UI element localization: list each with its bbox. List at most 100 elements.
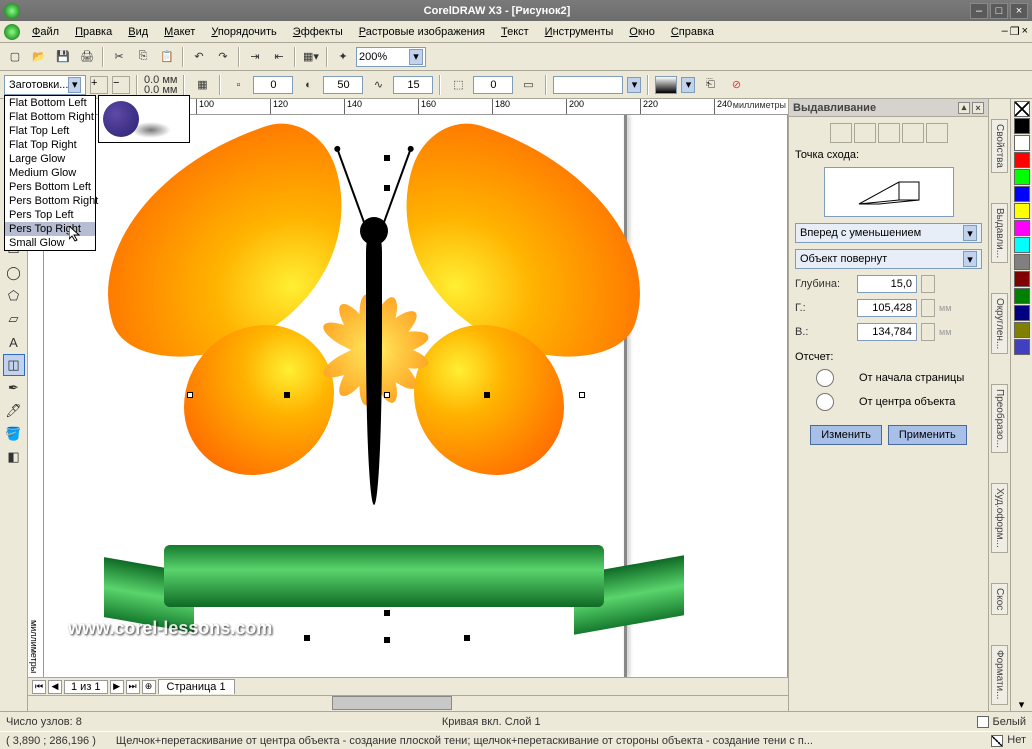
color-swatch[interactable]: [1014, 339, 1030, 355]
menu-текст[interactable]: Текст: [493, 23, 537, 41]
edit-button[interactable]: Изменить: [810, 425, 882, 445]
undo-button[interactable]: ↶: [188, 46, 210, 68]
apply-button[interactable]: Применить: [888, 425, 967, 445]
preset-item[interactable]: Pers Bottom Left: [5, 180, 95, 194]
transparency-dd[interactable]: ▾: [681, 77, 695, 93]
page-tab[interactable]: Страница 1: [158, 679, 235, 694]
preset-item[interactable]: Flat Top Right: [5, 138, 95, 152]
doc-minimize[interactable]: –: [1002, 25, 1008, 38]
menu-инструменты[interactable]: Инструменты: [537, 23, 622, 41]
selection-handle[interactable]: [187, 392, 193, 398]
interactive-fill-tool[interactable]: ◧: [3, 446, 25, 468]
docker-tab[interactable]: Округлен...: [991, 293, 1008, 354]
drawing-viewport[interactable]: www.corel-lessons.com: [44, 115, 788, 677]
zoom-select[interactable]: 200% ▾: [356, 47, 426, 67]
measure-page-radio[interactable]: [795, 369, 855, 387]
color-swatch[interactable]: [1014, 305, 1030, 321]
color-swatch[interactable]: [1014, 322, 1030, 338]
menu-макет[interactable]: Макет: [156, 23, 203, 41]
color-swatch[interactable]: [1014, 152, 1030, 168]
menu-справка[interactable]: Справка: [663, 23, 722, 41]
color-swatch[interactable]: [1014, 271, 1030, 287]
import-button[interactable]: ⇥: [244, 46, 266, 68]
menu-вид[interactable]: Вид: [120, 23, 156, 41]
eyedropper-tool[interactable]: ✒: [3, 377, 25, 399]
transparency-op[interactable]: [655, 76, 677, 94]
selection-handle[interactable]: [304, 635, 310, 641]
color-swatch[interactable]: [1014, 118, 1030, 134]
depth-input[interactable]: [857, 275, 917, 293]
menu-эффекты[interactable]: Эффекты: [285, 23, 351, 41]
extrude-type-5[interactable]: [926, 123, 948, 143]
page-next[interactable]: ▶: [110, 680, 124, 694]
preset-item[interactable]: Large Glow: [5, 152, 95, 166]
outline-tool[interactable]: 🖊: [3, 400, 25, 422]
preset-item[interactable]: Pers Bottom Right: [5, 194, 95, 208]
shadow-color[interactable]: [553, 76, 623, 94]
selection-handle[interactable]: [384, 637, 390, 643]
preset-item[interactable]: Pers Top Right: [5, 222, 95, 236]
new-button[interactable]: ▢: [4, 46, 26, 68]
preset-remove[interactable]: −: [112, 76, 130, 94]
docker-tab[interactable]: Свойства: [991, 119, 1008, 173]
interactive-tool[interactable]: ◫: [3, 354, 25, 376]
preset-add[interactable]: +: [90, 76, 108, 94]
docker-tab[interactable]: Выдавли...: [991, 203, 1008, 263]
save-button[interactable]: 💾: [52, 46, 74, 68]
preset-item[interactable]: Pers Top Left: [5, 208, 95, 222]
color-swatch[interactable]: [1014, 288, 1030, 304]
extrude-type-1[interactable]: [830, 123, 852, 143]
zoom-dropdown-icon[interactable]: ▾: [409, 49, 423, 65]
page-last[interactable]: ⏭: [126, 680, 140, 694]
shadow-type1[interactable]: ▫: [227, 74, 249, 96]
selection-handle[interactable]: [384, 155, 390, 161]
menu-файл[interactable]: Файл: [24, 23, 67, 41]
vp-lock-combo[interactable]: Объект повернут▾: [795, 249, 982, 269]
selection-handle[interactable]: [464, 635, 470, 641]
feather-input[interactable]: [323, 76, 363, 94]
edge-icon[interactable]: ▭: [517, 74, 539, 96]
page-prev[interactable]: ◀: [48, 680, 62, 694]
fill-tool[interactable]: 🪣: [3, 423, 25, 445]
menu-упорядочить[interactable]: Упорядочить: [203, 23, 284, 41]
docker-collapse[interactable]: ▴: [958, 102, 970, 114]
horizontal-scrollbar[interactable]: [28, 695, 788, 711]
selection-handle[interactable]: [579, 392, 585, 398]
copy-props[interactable]: ⎗: [699, 74, 721, 96]
color-swatch[interactable]: [1014, 220, 1030, 236]
docker-close[interactable]: ×: [972, 102, 984, 114]
selection-handle[interactable]: [484, 392, 490, 398]
polygon-tool[interactable]: ⬠: [3, 285, 25, 307]
close-button[interactable]: ×: [1010, 3, 1028, 19]
color-swatch[interactable]: [1014, 169, 1030, 185]
color-swatch[interactable]: [1014, 186, 1030, 202]
paste-button[interactable]: 📋: [156, 46, 178, 68]
basic-shapes-tool[interactable]: ▱: [3, 308, 25, 330]
no-fill-swatch[interactable]: [1014, 101, 1030, 117]
open-button[interactable]: 📂: [28, 46, 50, 68]
preset-dropdown-icon[interactable]: ▾: [68, 77, 81, 93]
shadow-dir-button[interactable]: ▦: [191, 74, 213, 96]
opacity-input[interactable]: [253, 76, 293, 94]
print-button[interactable]: 🖨: [76, 46, 98, 68]
preset-item[interactable]: Flat Bottom Right: [5, 110, 95, 124]
color-swatch[interactable]: [1014, 203, 1030, 219]
outline-swatch[interactable]: [991, 735, 1003, 747]
docker-tab[interactable]: Формати...: [991, 645, 1008, 704]
butterfly-artwork[interactable]: [94, 125, 654, 565]
app-launcher[interactable]: ▦▾: [300, 46, 322, 68]
angle-input[interactable]: [473, 76, 513, 94]
doc-restore[interactable]: ❐: [1010, 25, 1020, 38]
fill-swatch[interactable]: [977, 716, 989, 728]
menu-растровые изображения[interactable]: Растровые изображения: [351, 23, 493, 41]
maximize-button[interactable]: □: [990, 3, 1008, 19]
measure-object-radio[interactable]: [795, 393, 855, 411]
clear-shadow[interactable]: ⊘: [725, 74, 747, 96]
color-swatch[interactable]: [1014, 237, 1030, 253]
vanish-point-preview[interactable]: [824, 167, 954, 217]
preset-item[interactable]: Small Glow: [5, 236, 95, 250]
preset-item[interactable]: Flat Top Left: [5, 124, 95, 138]
docker-tab[interactable]: Худ.оформ...: [991, 483, 1008, 553]
page-first[interactable]: ⏮: [32, 680, 46, 694]
selection-handle[interactable]: [384, 610, 390, 616]
